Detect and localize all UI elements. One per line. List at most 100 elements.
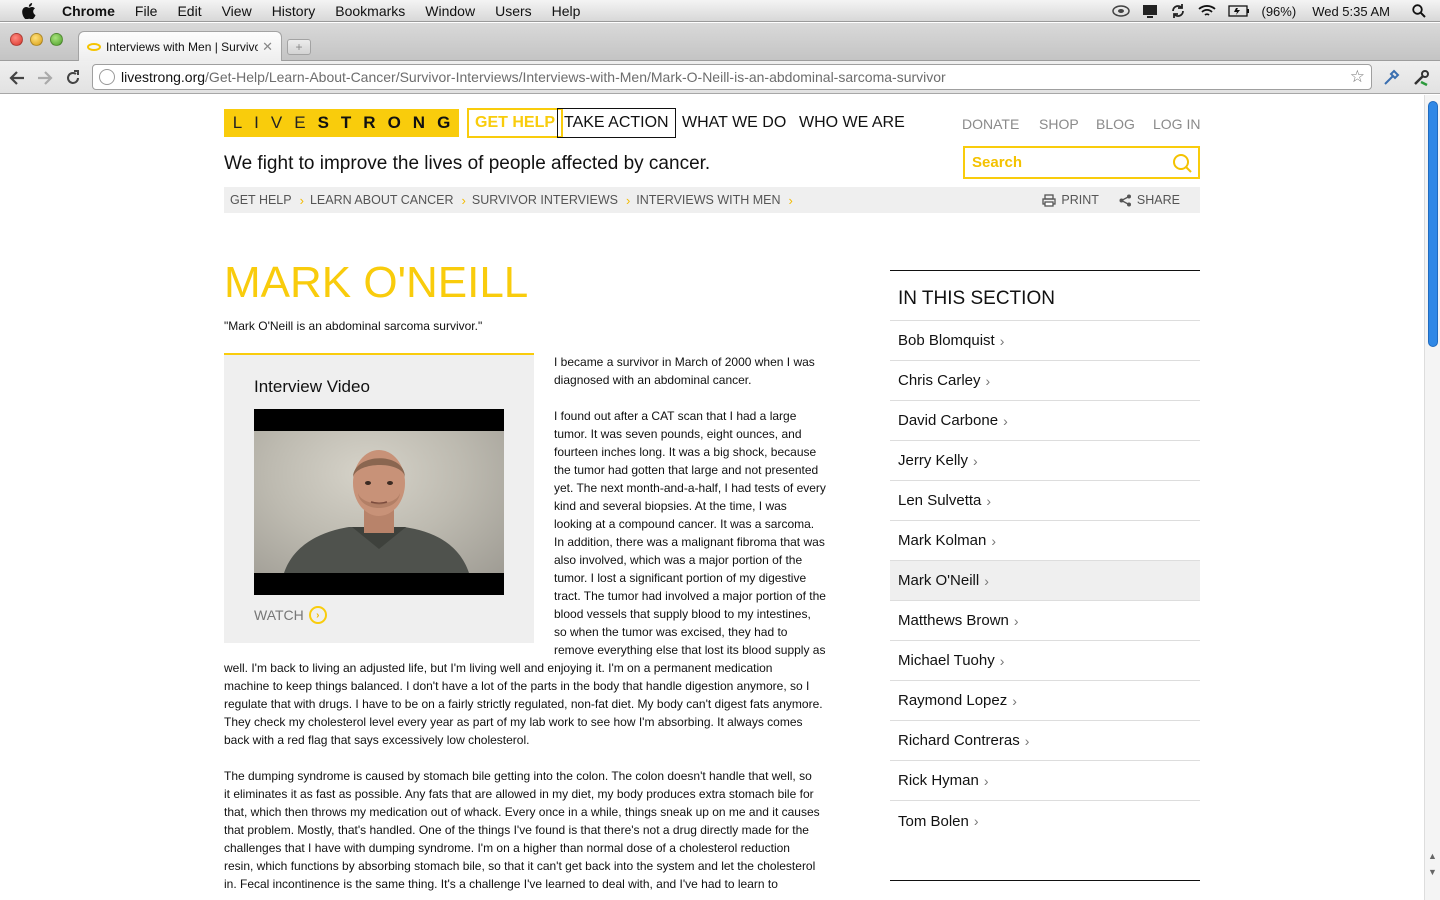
chevron-right-icon: › [1012, 692, 1017, 709]
chevron-right-icon: › [999, 652, 1005, 669]
sidebar-divider [890, 880, 1200, 881]
article-paragraph-continued: well. I'm back to living an adjusted lif… [224, 661, 823, 747]
display-icon[interactable] [1142, 4, 1158, 18]
menu-file[interactable]: File [125, 3, 168, 19]
sidebar-item-raymond-lopez[interactable]: Raymond Lopez › [890, 681, 1200, 721]
eyedropper-extension-icon[interactable] [1380, 67, 1402, 89]
chevron-right-circle-icon: › [308, 606, 327, 624]
sidebar-item-mark-kolman[interactable]: Mark Kolman › [890, 521, 1200, 561]
livestrong-logo[interactable]: LIVE STRONG [224, 109, 459, 137]
nav-take-action[interactable]: TAKE ACTION [557, 108, 676, 138]
menu-edit[interactable]: Edit [167, 3, 211, 19]
nav-who-we-are[interactable]: WHO WE ARE [795, 108, 909, 138]
scroll-up-arrow-icon[interactable]: ▲ [1428, 851, 1437, 861]
chevron-right-icon: › [299, 192, 304, 208]
menu-app-name[interactable]: Chrome [52, 3, 125, 19]
chevron-right-icon: › [984, 572, 989, 589]
wrench-extension-icon[interactable] [1410, 67, 1432, 89]
chevron-right-icon: › [1003, 412, 1008, 429]
util-blog[interactable]: BLOG [1096, 116, 1135, 132]
article-paragraph: I became a survivor in March of 2000 whe… [554, 355, 815, 387]
breadcrumb-learn-about-cancer[interactable]: LEARN ABOUT CANCER [310, 193, 454, 207]
sidebar-item-matthews-brown[interactable]: Matthews Brown › [890, 601, 1200, 641]
minimize-window-button[interactable] [30, 33, 43, 46]
back-icon[interactable] [6, 67, 28, 89]
livestrong-favicon-icon [87, 42, 101, 51]
page-viewport: LIVE STRONG GET HELP TAKE ACTION WHAT WE … [0, 95, 1424, 900]
page-info-icon[interactable] [99, 69, 115, 85]
nav-what-we-do[interactable]: WHAT WE DO [678, 108, 790, 138]
browser-tab[interactable]: Interviews with Men | Survivor Interview… [78, 31, 282, 61]
bookmark-star-icon[interactable]: ☆ [1350, 67, 1365, 87]
window-controls [10, 33, 63, 46]
chevron-right-icon: › [1013, 612, 1019, 629]
util-shop[interactable]: SHOP [1039, 116, 1079, 132]
scrollbar-thumb[interactable] [1428, 101, 1438, 347]
menu-help[interactable]: Help [542, 3, 591, 19]
site-tagline: We fight to improve the lives of people … [224, 153, 711, 174]
scroll-down-arrow-icon[interactable]: ▼ [1428, 867, 1437, 877]
print-button[interactable]: PRINT [1042, 193, 1099, 207]
menu-view[interactable]: View [212, 3, 262, 19]
breadcrumb-survivor-interviews[interactable]: SURVIVOR INTERVIEWS [472, 193, 618, 207]
sidebar-item-mark-oneill[interactable]: Mark O'Neill › [890, 561, 1200, 601]
chevron-right-icon: › [983, 772, 989, 789]
print-label: PRINT [1061, 193, 1099, 207]
sidebar-item-tom-bolen[interactable]: Tom Bolen › [890, 801, 1200, 841]
chevron-right-icon: › [986, 492, 992, 509]
new-tab-button[interactable]: + [287, 39, 311, 55]
chevron-right-icon: › [985, 372, 991, 389]
watch-label: WATCH [254, 607, 304, 623]
time-machine-icon[interactable] [1111, 4, 1130, 18]
tab-strip: Interviews with Men | Survivor Interview… [0, 23, 1440, 61]
chevron-right-icon: › [625, 192, 631, 208]
util-donate[interactable]: DONATE [962, 116, 1019, 132]
sidebar-item-bob-blomquist[interactable]: Bob Blomquist › [890, 321, 1200, 361]
chevron-right-icon: › [788, 192, 793, 208]
tab-title: Interviews with Men | Survivor Interview… [106, 39, 259, 54]
sidebar-item-david-carbone[interactable]: David Carbone › [890, 401, 1200, 441]
interview-video-box: Interview Video WATCH › [224, 353, 534, 643]
breadcrumb-interviews-with-men[interactable]: INTERVIEWS WITH MEN [636, 193, 780, 207]
sidebar-item-rick-hyman[interactable]: Rick Hyman › [890, 761, 1200, 801]
wifi-icon[interactable] [1197, 4, 1216, 18]
sidebar-item-len-sulvetta[interactable]: Len Sulvetta › [890, 481, 1200, 521]
forward-icon[interactable] [34, 67, 56, 89]
menu-users[interactable]: Users [485, 3, 542, 19]
breadcrumb: GET HELP › LEARN ABOUT CANCER › SURVIVOR I… [224, 187, 1200, 213]
sidebar-item-michael-tuohy[interactable]: Michael Tuohy › [890, 641, 1200, 681]
share-icon [1119, 194, 1131, 206]
spotlight-icon[interactable] [1412, 4, 1426, 18]
menu-history[interactable]: History [262, 3, 326, 19]
share-label: SHARE [1136, 193, 1180, 207]
share-button[interactable]: SHARE [1119, 193, 1180, 207]
breadcrumb-get-help[interactable]: GET HELP [230, 193, 292, 207]
chevron-right-icon: › [999, 332, 1005, 349]
reload-icon[interactable] [62, 67, 84, 89]
chevron-right-icon: › [973, 452, 978, 469]
close-window-button[interactable] [10, 33, 23, 46]
sidebar-item-jerry-kelly[interactable]: Jerry Kelly › [890, 441, 1200, 481]
battery-icon[interactable] [1227, 5, 1250, 17]
sidebar-item-richard-contreras[interactable]: Richard Contreras › [890, 721, 1200, 761]
page-scrollbar[interactable]: ▲ ▼ [1424, 95, 1440, 900]
close-tab-icon[interactable]: ✕ [262, 39, 273, 55]
nav-get-help[interactable]: GET HELP [467, 108, 564, 138]
video-thumbnail[interactable] [254, 409, 504, 595]
watch-video-button[interactable]: WATCH › [254, 606, 327, 624]
sync-icon[interactable] [1170, 3, 1186, 19]
zoom-window-button[interactable] [50, 33, 63, 46]
apple-icon[interactable] [18, 0, 40, 22]
menu-window[interactable]: Window [415, 3, 485, 19]
search-input[interactable] [965, 148, 1165, 177]
search-icon[interactable] [1172, 153, 1192, 178]
chevron-right-icon: › [991, 532, 997, 549]
url-text[interactable]: livestrong.org/Get-Help/Learn-About-Canc… [121, 69, 946, 85]
address-bar[interactable]: livestrong.org/Get-Help/Learn-About-Canc… [92, 64, 1372, 90]
browser-toolbar: livestrong.org/Get-Help/Learn-About-Canc… [0, 61, 1440, 94]
menu-bookmarks[interactable]: Bookmarks [325, 3, 415, 19]
sidebar-heading: IN THIS SECTION [890, 271, 1200, 321]
util-log-in[interactable]: LOG IN [1153, 116, 1200, 132]
sidebar-item-chris-carley[interactable]: Chris Carley › [890, 361, 1200, 401]
clock[interactable]: Wed 5:35 AM [1312, 4, 1390, 19]
